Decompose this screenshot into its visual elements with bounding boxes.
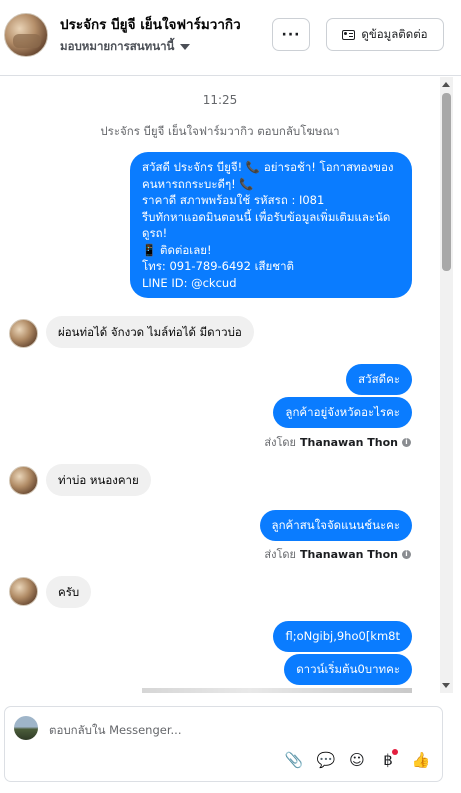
page-avatar xyxy=(14,716,38,740)
view-contact-label: ดูข้อมูลติดต่อ xyxy=(361,26,428,41)
scroll-up-icon[interactable] xyxy=(442,82,450,87)
ad-message-line: คนหารถกระบะดีๆ! 📞 xyxy=(142,176,254,191)
sent-by-label: ส่งโดย Thanawan Thon i xyxy=(264,545,411,563)
ad-message-line: ราคาดี สภาพพร้อมใช้ รหัสรถ : I081 xyxy=(142,193,325,207)
sent-by-name: Thanawan Thon xyxy=(300,547,398,561)
info-icon[interactable]: i xyxy=(402,549,411,559)
ad-message-line: ดูรถ! xyxy=(142,226,168,240)
sent-by-prefix: ส่งโดย xyxy=(264,436,297,449)
outgoing-message[interactable]: ลูกค้าสนใจจัดแนนช์นะคะ xyxy=(259,510,412,541)
contact-name[interactable]: ประจักร บียูจี เย็นใจฟาร์มวากิว xyxy=(60,13,241,35)
sent-by-prefix: ส่งโดย xyxy=(264,548,297,561)
assign-label: มอบหมายการสนทนานี้ xyxy=(60,39,175,53)
thread-scrollbar[interactable] xyxy=(440,77,453,693)
sent-by-label: ส่งโดย Thanawan Thon i xyxy=(264,433,411,451)
outgoing-message[interactable]: fl;oNgibj,9ho0[km8t xyxy=(273,621,412,652)
scrollbar-thumb[interactable] xyxy=(442,93,451,271)
system-note: ประจักร บียูจี เย็นใจฟาร์มวากิว ตอบกลับโ… xyxy=(100,124,340,138)
like-icon[interactable]: 👍 xyxy=(411,750,431,770)
assign-dropdown[interactable]: มอบหมายการสนทนานี้ xyxy=(60,38,191,56)
notification-dot xyxy=(392,749,398,755)
outgoing-message[interactable]: ดาวน์เริ่มต้น0บาทคะ xyxy=(284,654,412,685)
sent-by-name: Thanawan Thon xyxy=(300,435,398,449)
contact-card-icon xyxy=(342,29,356,40)
reply-input[interactable]: ตอบกลับใน Messenger... xyxy=(49,722,181,740)
incoming-message[interactable]: ครับ xyxy=(46,576,92,608)
outgoing-message[interactable]: สวัสดีคะ xyxy=(346,364,412,395)
timestamp: 11:25 xyxy=(202,93,238,107)
emoji-icon[interactable]: ☺ xyxy=(347,750,367,770)
ad-message-line: โทร: 091-789-6492 เสียชาติ xyxy=(142,259,295,273)
incoming-message[interactable]: ผ่อนท่อได้ จักงวด ไมล์ท่อได้ มีดาวบ่อ xyxy=(46,316,254,348)
ad-message-line: 📱 ติดต่อเลย! xyxy=(142,242,212,257)
sender-avatar[interactable] xyxy=(9,577,38,606)
ad-message-line: รีบทักหาแอดมินตอนนี้ เพื่อรับข้อมูลเพิ่ม… xyxy=(142,209,391,224)
scroll-down-icon[interactable] xyxy=(442,683,450,688)
ad-message-line: LINE ID: @ckcud xyxy=(142,275,237,290)
ad-reply-message[interactable]: สวัสดี ประจักร บียูจี! 📞 อย่ารอช้า! โอกา… xyxy=(130,152,412,298)
baht-icon[interactable]: ฿ xyxy=(378,749,398,770)
message-thread[interactable]: 11:25 ประจักร บียูจี เย็นใจฟาร์มวากิว ตอ… xyxy=(0,77,440,693)
sender-avatar[interactable] xyxy=(9,319,38,348)
baht-glyph: ฿ xyxy=(383,751,393,769)
info-icon[interactable]: i xyxy=(402,437,411,447)
comment-icon[interactable]: 💬 xyxy=(316,750,336,770)
ad-message-line: สวัสดี ประจักร บียูจี! 📞 อย่ารอช้า! โอกา… xyxy=(142,160,394,174)
outgoing-message[interactable]: ลูกค้าอยู่จังหวัดอะไรคะ xyxy=(273,397,412,428)
view-contact-button[interactable]: ดูข้อมูลติดต่อ xyxy=(326,18,444,51)
incoming-message[interactable]: ท่าบ่อ หนองคาย xyxy=(46,464,151,496)
chevron-down-icon xyxy=(180,44,191,50)
image-attachment-preview[interactable] xyxy=(142,688,412,693)
attach-icon[interactable]: 📎 xyxy=(284,750,304,770)
more-options-button[interactable]: ··· xyxy=(272,18,310,51)
sender-avatar[interactable] xyxy=(9,466,38,495)
conversation-header: ประจักร บียูจี เย็นใจฟาร์มวากิว มอบหมายก… xyxy=(0,0,461,76)
message-composer[interactable]: ตอบกลับใน Messenger... 📎 💬 ☺ ฿ 👍 xyxy=(4,706,443,782)
contact-avatar[interactable] xyxy=(4,13,48,57)
